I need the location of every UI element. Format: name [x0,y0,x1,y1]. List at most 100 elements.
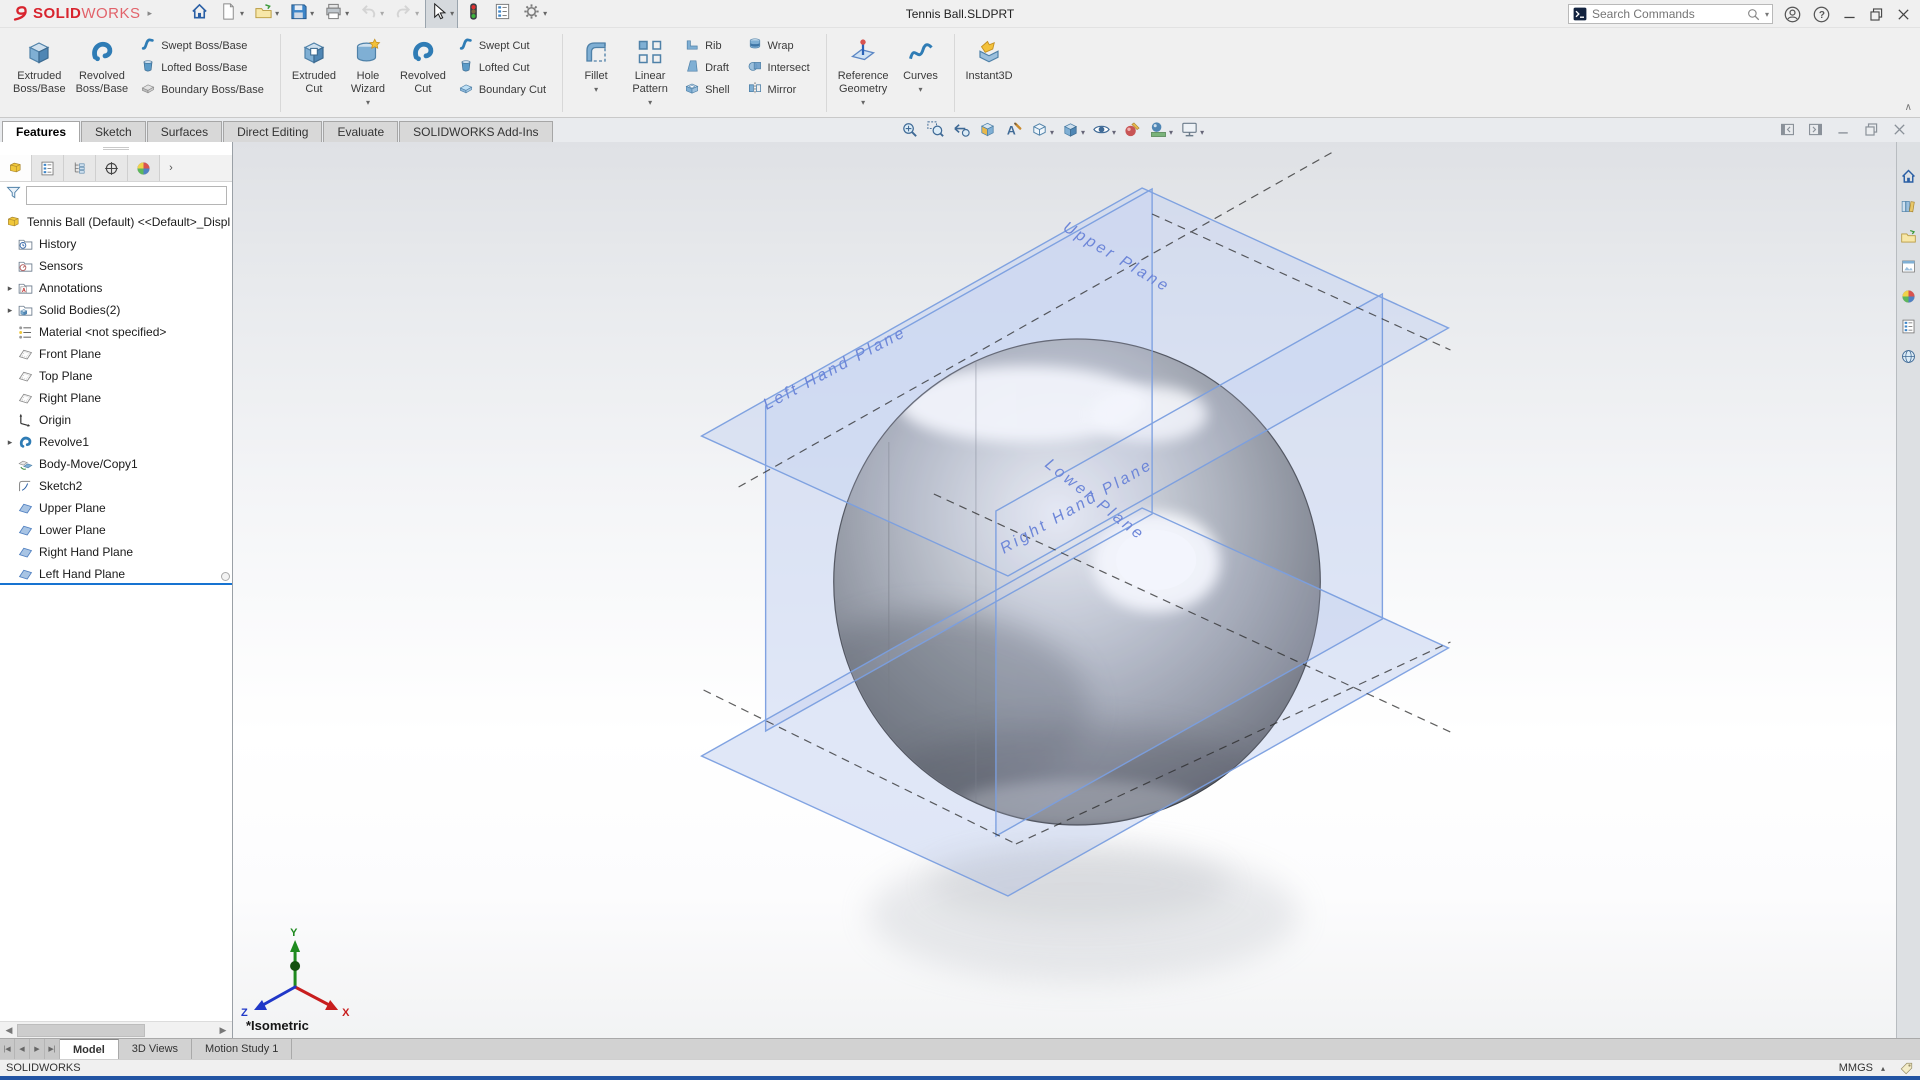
view-orientation-button[interactable]: ▾ [1030,120,1054,144]
intersect-button[interactable]: Intersect [743,57,817,78]
options-dropdown-icon[interactable]: ▾ [543,9,547,18]
swept-cut-button[interactable]: Swept Cut [454,35,553,56]
tree-item-solid-bodies-2-[interactable]: ▸Solid Bodies(2) [0,299,232,321]
hide-show-items-button[interactable]: ▾ [1092,120,1116,144]
doc-close-icon[interactable] [1891,121,1908,143]
sheet-nav-3-button[interactable]: ▶| [45,1039,60,1059]
instant3d-button[interactable]: Instant3D [962,31,1017,115]
scroll-right-icon[interactable]: ▶ [215,1025,231,1036]
boundary-boss-base-button[interactable]: Boundary Boss/Base [136,79,271,100]
doc-min-icon[interactable] [1835,121,1852,143]
tab-surfaces[interactable]: Surfaces [147,121,222,142]
brand-flyout-arrow-icon[interactable]: ▸ [148,8,153,19]
dynamic-annotation-views-button[interactable]: A [1004,120,1023,144]
previous-view-button[interactable] [952,120,971,144]
tree-item-material-not-specified-[interactable]: Material <not specified> [0,321,232,343]
pane-right-icon[interactable] [1807,121,1824,143]
undo-button[interactable]: ▾ [355,0,388,29]
more-tabs-icon[interactable]: › [160,155,182,181]
save-dropdown-icon[interactable]: ▾ [310,9,314,18]
tree-item-front-plane[interactable]: Front Plane [0,343,232,365]
unit-system-selector[interactable]: MMGS ▴ [1839,1062,1885,1074]
redo-dropdown-icon[interactable]: ▾ [415,9,419,18]
shell-button[interactable]: Shell [680,79,736,100]
swept-boss-base-button[interactable]: Swept Boss/Base [136,35,271,56]
taskpane-solidworks-resources-button[interactable] [1899,346,1919,366]
tab-sketch[interactable]: Sketch [81,121,146,142]
tab-solidworks-add-ins[interactable]: SOLIDWORKS Add-Ins [399,121,552,142]
hole-wizard-button[interactable]: HoleWizard▾ [342,31,394,115]
print-dropdown-icon[interactable]: ▾ [345,9,349,18]
print-button[interactable]: ▾ [320,0,353,29]
reference-geometry-button[interactable]: ReferenceGeometry▾ [834,31,893,115]
tree-item-annotations[interactable]: ▸AAnnotations [0,277,232,299]
doc-restore-icon[interactable] [1863,121,1880,143]
new-document-button[interactable]: ▾ [215,0,248,29]
scroll-thumb[interactable] [17,1024,145,1037]
tag-icon[interactable] [1899,1061,1914,1076]
curves-dropdown-icon[interactable]: ▾ [918,85,922,94]
zoom-to-area-button[interactable] [926,120,945,144]
expand-arrow-icon[interactable]: ▸ [3,437,17,448]
extruded-cut-button[interactable]: ExtrudedCut [288,31,340,115]
tree-item-right-plane[interactable]: Right Plane [0,387,232,409]
tab-direct-editing[interactable]: Direct Editing [223,121,322,142]
fillet-button[interactable]: Fillet▾ [570,31,622,115]
tree-item-upper-plane[interactable]: Upper Plane [0,497,232,519]
search-dropdown-icon[interactable]: ▾ [1765,10,1769,19]
undo-dropdown-icon[interactable]: ▾ [380,9,384,18]
help-icon[interactable]: ? [1812,5,1831,24]
taskpane-design-library-button[interactable] [1899,196,1919,216]
boundary-cut-button[interactable]: Boundary Cut [454,79,553,100]
options-button[interactable]: ▾ [518,0,551,29]
sheet-nav-0-button[interactable]: |◀ [0,1039,15,1059]
select-dropdown-icon[interactable]: ▾ [450,9,454,18]
featuremanager-design-tree-tab[interactable] [0,155,32,181]
tree-item-sketch2[interactable]: Sketch2 [0,475,232,497]
section-view-button[interactable] [978,120,997,144]
model-scene[interactable]: Upper Plane Left Hand Plane Right Hand P… [233,142,1896,1038]
panel-horizontal-scrollbar[interactable]: ◀ ▶ [0,1021,232,1038]
pane-left-icon[interactable] [1779,121,1796,143]
save-button[interactable]: ▾ [285,0,318,29]
minimize-button[interactable] [1841,6,1858,23]
file-properties-button[interactable] [489,0,516,29]
taskpane-custom-properties-button[interactable] [1899,316,1919,336]
home-button[interactable] [186,0,213,29]
hide-show-items-dropdown-icon[interactable]: ▾ [1112,128,1116,137]
view-orientation-dropdown-icon[interactable]: ▾ [1050,128,1054,137]
display-style-dropdown-icon[interactable]: ▾ [1081,128,1085,137]
reference-geometry-dropdown-icon[interactable]: ▾ [861,98,865,107]
revolved-cut-button[interactable]: RevolvedCut [396,31,450,115]
restore-button[interactable] [1868,6,1885,23]
collapse-ribbon-icon[interactable]: ∧ [1905,102,1912,113]
bottom-tab-3d-views[interactable]: 3D Views [119,1039,192,1059]
expand-arrow-icon[interactable]: ▸ [3,283,17,294]
bottom-tab-motion-study-1[interactable]: Motion Study 1 [192,1039,292,1059]
tree-item-body-move-copy1[interactable]: Body-Move/Copy1 [0,453,232,475]
tree-item-top-plane[interactable]: Top Plane [0,365,232,387]
taskpane-view-palette-button[interactable] [1899,256,1919,276]
open-document-button[interactable]: ▾ [250,0,283,29]
tree-filter-input[interactable] [26,186,227,205]
view-settings-dropdown-icon[interactable]: ▾ [1200,128,1204,137]
tab-evaluate[interactable]: Evaluate [323,121,398,142]
display-style-button[interactable]: ▾ [1061,120,1085,144]
linear-pattern-dropdown-icon[interactable]: ▾ [648,98,652,107]
lofted-cut-button[interactable]: Lofted Cut [454,57,553,78]
tree-item-origin[interactable]: Origin [0,409,232,431]
tree-item-sensors[interactable]: Sensors [0,255,232,277]
lofted-boss-base-button[interactable]: Lofted Boss/Base [136,57,271,78]
tree-item-right-hand-plane[interactable]: Right Hand Plane [0,541,232,563]
rib-button[interactable]: Rib [680,35,736,56]
panel-grip[interactable] [0,142,232,155]
sheet-nav-1-button[interactable]: ◀ [15,1039,30,1059]
taskpane-appearances-scenes-button[interactable] [1899,286,1919,306]
tree-item-revolve1[interactable]: ▸Revolve1 [0,431,232,453]
revolved-boss-base-button[interactable]: RevolvedBoss/Base [72,31,133,115]
display-manager-tab[interactable] [128,155,160,181]
draft-button[interactable]: Draft [680,57,736,78]
extruded-boss-base-button[interactable]: ExtrudedBoss/Base [9,31,70,115]
fillet-dropdown-icon[interactable]: ▾ [594,85,598,94]
rebuild-button[interactable] [460,0,487,29]
